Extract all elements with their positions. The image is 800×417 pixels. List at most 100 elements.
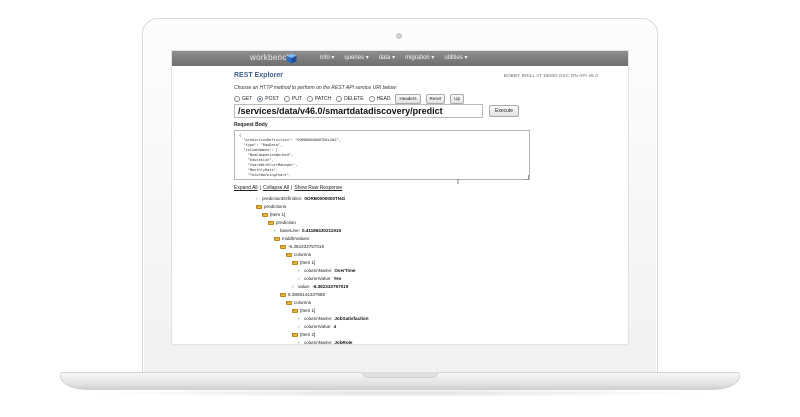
tree-node-key: middleValues: [282, 236, 310, 241]
chevron-right-icon[interactable]: ›: [298, 276, 302, 282]
link-separator: |: [291, 185, 293, 191]
tree-leaf-node[interactable]: › columnName: JobRole: [298, 340, 352, 345]
folder-icon: [280, 244, 286, 249]
method-post[interactable]: POST: [257, 96, 279, 102]
method-get[interactable]: GET: [234, 96, 252, 102]
http-method-selector: GET POST PUT PATCH DELETE HEAD Headers R…: [234, 94, 465, 104]
radio-selected-icon[interactable]: [257, 96, 264, 102]
tree-leaf-node[interactable]: › baseLine: 0.41186430211916: [274, 228, 341, 234]
uri-input[interactable]: /services/data/v46.0/smartdatadiscovery/…: [234, 104, 483, 118]
up-button[interactable]: Up: [450, 94, 465, 104]
request-body-textarea[interactable]: { "predictionDefinition": "0ORB0000000TN…: [234, 130, 530, 180]
folder-icon: [262, 212, 268, 217]
tree-node-key: [Item 2]: [300, 332, 316, 337]
cube-logo-icon: [286, 53, 297, 64]
tree-folder-node[interactable]: [Item 1]: [292, 308, 315, 314]
tree-node-key: -6.362333757019: [288, 244, 325, 249]
menu-data[interactable]: data ▾: [379, 54, 395, 61]
tree-node-value: -6.362333757019: [312, 284, 349, 289]
tree-node-value: OverTime: [334, 268, 356, 273]
tree-node-key: [Item 1]: [270, 212, 286, 217]
tree-node-value: 0ORB0000000TN4i: [304, 196, 345, 201]
tree-node-value: 4: [333, 324, 337, 329]
tree-folder-node[interactable]: [Item 1]: [262, 212, 285, 218]
tree-node-value: JobSatisfaction: [334, 316, 369, 321]
folder-icon: [286, 252, 292, 257]
chevron-right-icon[interactable]: ›: [298, 268, 302, 274]
tree-folder-node[interactable]: 5.3869144237958: [280, 292, 325, 298]
user-info: BOBBY BRILL AT DEMO DSC ON API 46.0: [503, 73, 598, 78]
tree-node-key: columns: [294, 300, 312, 305]
chevron-right-icon[interactable]: ›: [274, 228, 278, 234]
tree-folder-node[interactable]: predictions: [256, 204, 286, 210]
menu-info[interactable]: info ▾: [320, 54, 334, 61]
chevron-right-icon[interactable]: ›: [298, 340, 302, 344]
tree-leaf-node[interactable]: › columnName: OverTime: [298, 268, 355, 274]
radio-icon[interactable]: [234, 96, 240, 102]
tree-node-key: value:: [298, 284, 311, 289]
tree-folder-node[interactable]: columns: [286, 252, 311, 258]
chevron-right-icon[interactable]: ›: [298, 316, 302, 322]
method-put[interactable]: PUT: [283, 96, 302, 102]
camera-icon: [396, 33, 402, 39]
expand-all-link[interactable]: Expand All: [234, 185, 258, 191]
tree-leaf-node[interactable]: › columnName: JobSatisfaction: [298, 316, 369, 322]
tree-leaf-node[interactable]: › columnValue: Yes: [298, 276, 341, 282]
tree-node-key: columnName:: [304, 340, 333, 345]
tree-folder-node[interactable]: [Item 1]: [292, 260, 315, 266]
tree-node-key: baseLine:: [280, 228, 300, 233]
tree-leaf-node[interactable]: › columnValue: 4: [298, 324, 336, 330]
text-cursor-icon: I: [457, 179, 459, 186]
menu-migration[interactable]: migration ▾: [405, 54, 434, 61]
headers-button[interactable]: Headers: [395, 94, 421, 104]
folder-icon: [274, 236, 280, 241]
chevron-right-icon[interactable]: ›: [298, 324, 302, 330]
tree-node-key: [Item 1]: [300, 260, 316, 265]
tree-node-key: predictions: [264, 204, 287, 209]
screen: workbench info ▾ queries ▾ data ▾ migrat…: [171, 50, 629, 345]
chevron-right-icon[interactable]: ›: [292, 284, 296, 290]
menu-queries[interactable]: queries ▾: [344, 54, 368, 61]
tree-node-key: columns: [294, 252, 312, 257]
tree-node-key: columnName:: [304, 268, 333, 273]
tree-node-key: columnValue:: [304, 324, 332, 329]
main-menu: info ▾ queries ▾ data ▾ migration ▾ util…: [320, 54, 467, 61]
folder-icon: [268, 220, 274, 225]
radio-icon[interactable]: [283, 96, 290, 102]
tree-node-key: [Item 1]: [300, 308, 316, 313]
radio-icon[interactable]: [368, 96, 375, 102]
resize-handle[interactable]: [524, 175, 529, 180]
tree-node-key: prediction: [276, 220, 296, 225]
execute-button[interactable]: Execute: [489, 105, 520, 117]
tree-node-key: 5.3869144237958: [288, 292, 326, 297]
method-patch[interactable]: PATCH: [306, 96, 331, 102]
show-raw-response-link[interactable]: Show Raw Response: [294, 185, 342, 191]
tree-folder-node[interactable]: prediction: [268, 220, 296, 226]
tree-node-key: columnName:: [304, 316, 333, 321]
link-separator: |: [259, 185, 261, 191]
instruction-text: Choose an HTTP method to perform on the …: [234, 85, 398, 91]
tree-node-key: columnValue:: [304, 276, 332, 281]
chevron-right-icon[interactable]: ›: [256, 196, 260, 202]
reset-button[interactable]: Reset: [425, 94, 446, 104]
method-delete[interactable]: DELETE: [336, 96, 364, 102]
folder-icon: [280, 292, 286, 297]
radio-icon[interactable]: [336, 96, 343, 102]
tree-leaf-node[interactable]: › predictionDefinition: 0ORB0000000TN4i: [256, 196, 345, 202]
menu-utilities[interactable]: utilities ▾: [444, 54, 467, 61]
tree-folder-node[interactable]: [Item 2]: [292, 332, 315, 338]
tree-folder-node[interactable]: columns: [286, 300, 311, 306]
tree-folder-node[interactable]: middleValues: [274, 236, 309, 242]
folder-icon: [286, 300, 292, 305]
request-body-label: Request Body: [234, 122, 268, 128]
tree-folder-node[interactable]: -6.362333757019: [280, 244, 324, 250]
result-links: Expand All | Collapse All | Show Raw Res…: [234, 185, 342, 191]
folder-icon: [292, 308, 298, 313]
folder-icon: [292, 260, 298, 265]
method-head[interactable]: HEAD: [368, 96, 390, 102]
folder-icon: [292, 332, 298, 337]
radio-icon[interactable]: [306, 96, 313, 102]
top-navbar: workbench info ▾ queries ▾ data ▾ migrat…: [172, 51, 628, 66]
collapse-all-link[interactable]: Collapse All: [263, 185, 289, 191]
tree-leaf-node[interactable]: › value: -6.362333757019: [292, 284, 348, 290]
